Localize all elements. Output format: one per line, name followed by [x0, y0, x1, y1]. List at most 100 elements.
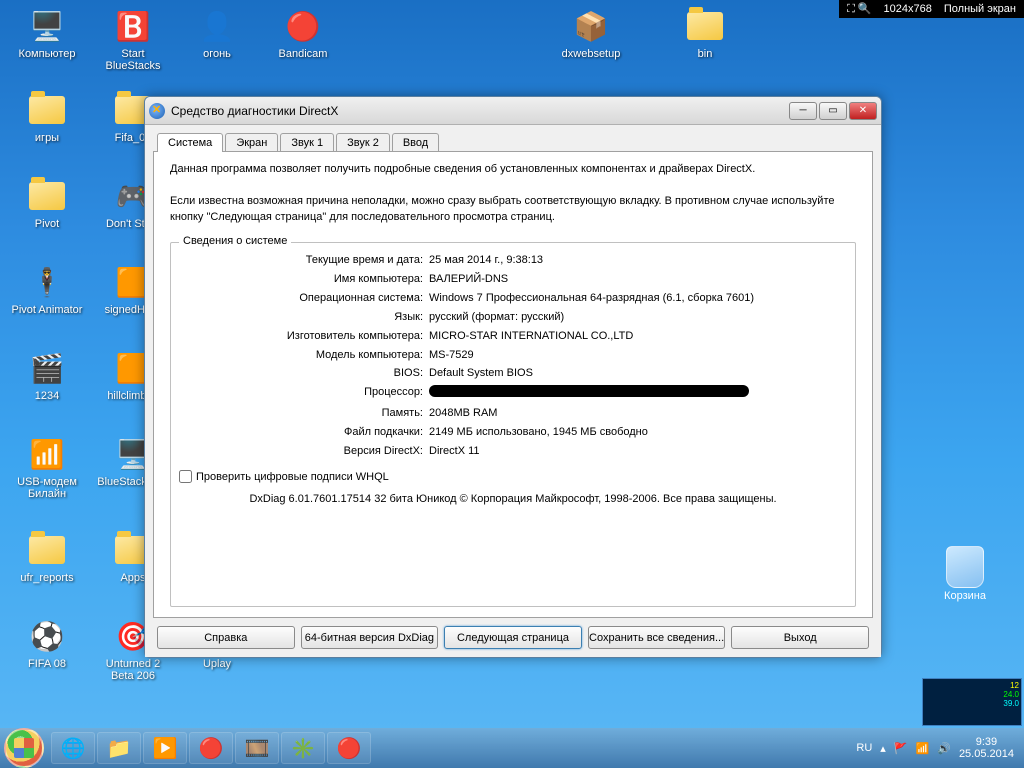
- dxdiag-icon: [149, 103, 165, 119]
- desktop-icon[interactable]: игры: [10, 90, 84, 144]
- recycle-bin[interactable]: Корзина: [928, 546, 1002, 602]
- desktop-icon-label: огонь: [180, 48, 254, 60]
- desktop-icon-label: Bandicam: [266, 48, 340, 60]
- desktop-icon[interactable]: 🕴️Pivot Animator: [10, 262, 84, 316]
- desktop-icon-label: Pivot Animator: [10, 304, 84, 316]
- intro-text-1: Данная программа позволяет получить подр…: [170, 162, 856, 178]
- tray-lang[interactable]: RU: [856, 742, 872, 754]
- system-row: Процессор:: [179, 385, 847, 403]
- desktop-icon[interactable]: 🔴Bandicam: [266, 6, 340, 60]
- system-row: Имя компьютера:ВАЛЕРИЙ-DNS: [179, 272, 847, 288]
- trash-icon: [946, 546, 984, 588]
- system-value: ВАЛЕРИЙ-DNS: [429, 272, 847, 288]
- system-value: Default System BIOS: [429, 366, 847, 382]
- window-controls: ─ ▭ ✕: [789, 102, 877, 120]
- close-button[interactable]: ✕: [849, 102, 877, 120]
- tray-flag-icon[interactable]: 🚩: [894, 742, 908, 755]
- system-key: Файл подкачки:: [179, 425, 429, 441]
- tray-date: 25.05.2014: [959, 748, 1014, 760]
- tab-Ввод[interactable]: Ввод: [392, 133, 439, 152]
- start-button[interactable]: [4, 728, 44, 768]
- save-all-button[interactable]: Сохранить все сведения...: [588, 626, 726, 649]
- tab-Система[interactable]: Система: [157, 133, 223, 152]
- taskbar-media[interactable]: ▶️: [143, 732, 187, 764]
- desktop-icon[interactable]: 👤огонь: [180, 6, 254, 60]
- tray-network-icon[interactable]: 📶: [916, 742, 930, 755]
- desktop-icon-label: Компьютер: [10, 48, 84, 60]
- system-value: MS-7529: [429, 348, 847, 364]
- minimize-button[interactable]: ─: [789, 102, 817, 120]
- redacted-bar: [429, 385, 749, 397]
- tray-time: 9:39: [959, 736, 1014, 748]
- intro-text-2: Если известна возможная причина неполадк…: [170, 194, 856, 226]
- whql-label[interactable]: Проверить цифровые подписи WHQL: [196, 471, 389, 483]
- desktop-icon[interactable]: bin: [668, 6, 742, 60]
- system-row: Операционная система:Windows 7 Профессио…: [179, 291, 847, 307]
- tray-volume-icon[interactable]: 🔊: [937, 742, 951, 755]
- system-key: Язык:: [179, 310, 429, 326]
- system-key: Операционная система:: [179, 291, 429, 307]
- desktop-icon-label: Unturned 2 Beta 206: [96, 658, 170, 682]
- desktop-icon-label: 1234: [10, 390, 84, 402]
- taskbar-ie[interactable]: 🌐: [51, 732, 95, 764]
- system-value: DirectX 11: [429, 444, 847, 460]
- system-row: Текущие время и дата:25 мая 2014 г., 9:3…: [179, 253, 847, 269]
- system-value: [429, 385, 847, 403]
- desktop-icon-label: Start BlueStacks: [96, 48, 170, 72]
- overlay-icon: ⛶ 🔍: [847, 2, 871, 16]
- system-value: MICRO-STAR INTERNATIONAL CO.,LTD: [429, 329, 847, 345]
- whql-checkbox[interactable]: [179, 470, 192, 483]
- system-row: BIOS:Default System BIOS: [179, 366, 847, 382]
- taskbar-dxdiag[interactable]: ✳️: [281, 732, 325, 764]
- desktop-icon[interactable]: 📶USB-модем Билайн: [10, 434, 84, 500]
- system-key: Модель компьютера:: [179, 348, 429, 364]
- system-value: 2048MB RAM: [429, 406, 847, 422]
- desktop-icon-label: Uplay: [180, 658, 254, 670]
- desktop-icon[interactable]: 🅱️Start BlueStacks: [96, 6, 170, 72]
- system-row: Память:2048MB RAM: [179, 406, 847, 422]
- system-row: Версия DirectX:DirectX 11: [179, 444, 847, 460]
- tray-clock[interactable]: 9:39 25.05.2014: [959, 736, 1014, 760]
- taskbar-explorer[interactable]: 📁: [97, 732, 141, 764]
- taskbar-app1[interactable]: 🎞️: [235, 732, 279, 764]
- recycle-bin-label: Корзина: [928, 590, 1002, 602]
- system-key: Текущие время и дата:: [179, 253, 429, 269]
- perf-monitor[interactable]: 12 24.0 39.0: [922, 678, 1022, 726]
- titlebar[interactable]: Средство диагностики DirectX ─ ▭ ✕: [145, 97, 881, 125]
- desktop-icon-label: dxwebsetup: [554, 48, 628, 60]
- system-row: Изготовитель компьютера:MICRO-STAR INTER…: [179, 329, 847, 345]
- desktop-icon[interactable]: 📦dxwebsetup: [554, 6, 628, 60]
- tab-Звук 1[interactable]: Звук 1: [280, 133, 334, 152]
- desktop-icon[interactable]: 🎬1234: [10, 348, 84, 402]
- system-value: 25 мая 2014 г., 9:38:13: [429, 253, 847, 269]
- exit-button[interactable]: Выход: [731, 626, 869, 649]
- tab-bar: СистемаЭкранЗвук 1Звук 2Ввод: [153, 133, 873, 152]
- system-key: Память:: [179, 406, 429, 422]
- maximize-button[interactable]: ▭: [819, 102, 847, 120]
- desktop-icon[interactable]: ⚽FIFA 08: [10, 616, 84, 670]
- desktop-icon[interactable]: 🖥️Компьютер: [10, 6, 84, 60]
- tray-arrow-icon[interactable]: ▴: [880, 742, 886, 755]
- next-page-button[interactable]: Следующая страница: [444, 626, 582, 649]
- desktop-icon-label: игры: [10, 132, 84, 144]
- taskbar-bandicam[interactable]: 🔴: [327, 732, 371, 764]
- desktop-icon-label: FIFA 08: [10, 658, 84, 670]
- desktop-icon-label: bin: [668, 48, 742, 60]
- system-row: Язык:русский (формат: русский): [179, 310, 847, 326]
- desktop-icon[interactable]: ufr_reports: [10, 530, 84, 584]
- window-body: СистемаЭкранЗвук 1Звук 2Ввод Данная прог…: [145, 125, 881, 657]
- tab-content: Данная программа позволяет получить подр…: [153, 151, 873, 618]
- system-row: Файл подкачки:2149 МБ использовано, 1945…: [179, 425, 847, 441]
- tab-Экран[interactable]: Экран: [225, 133, 278, 152]
- system-key: Версия DirectX:: [179, 444, 429, 460]
- overlay-resolution: 1024x768: [884, 3, 932, 15]
- 64bit-button[interactable]: 64-битная версия DxDiag: [301, 626, 439, 649]
- help-button[interactable]: Справка: [157, 626, 295, 649]
- system-row: Модель компьютера:MS-7529: [179, 348, 847, 364]
- system-info-group: Сведения о системе Текущие время и дата:…: [170, 242, 856, 607]
- system-key: Процессор:: [179, 385, 429, 403]
- tab-Звук 2[interactable]: Звук 2: [336, 133, 390, 152]
- taskbar-opera[interactable]: 🔴: [189, 732, 233, 764]
- desktop-icon[interactable]: Pivot: [10, 176, 84, 230]
- window-title: Средство диагностики DirectX: [171, 104, 789, 118]
